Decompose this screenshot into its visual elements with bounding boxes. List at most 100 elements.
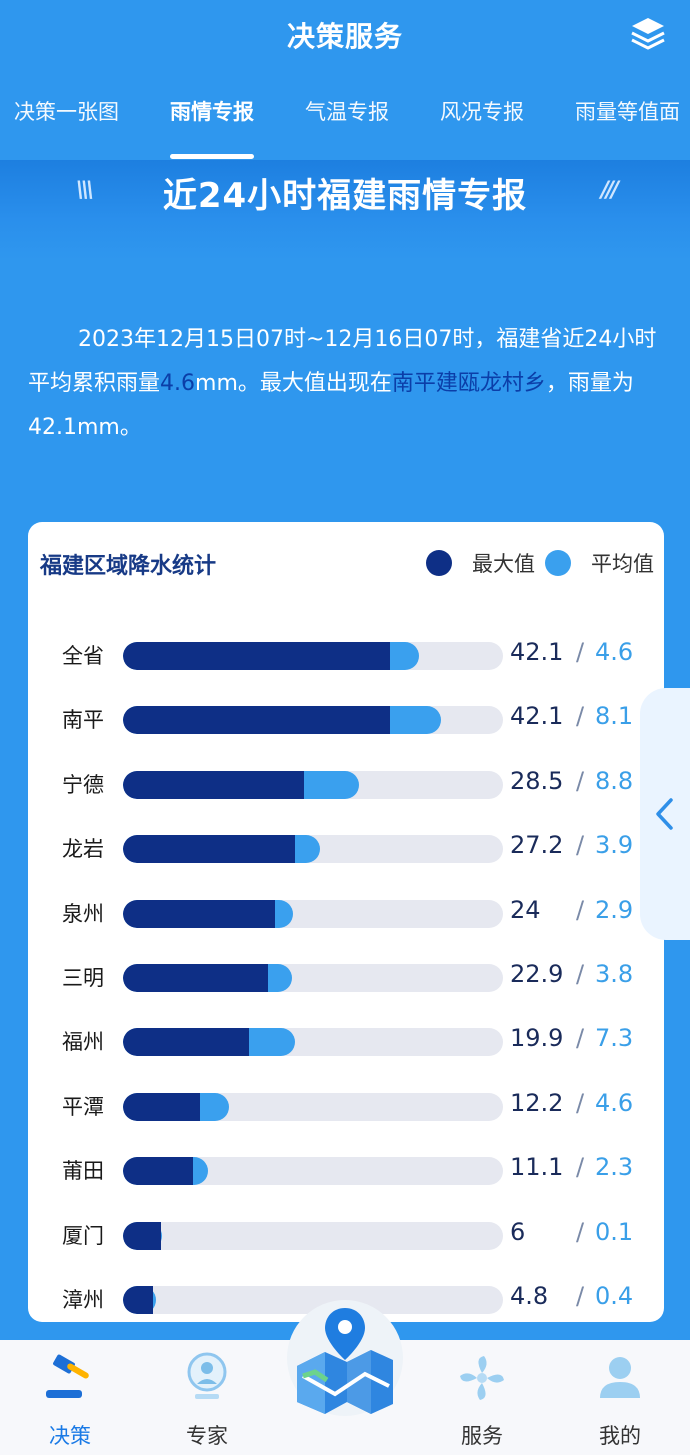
value-average: 8.1 xyxy=(595,702,634,731)
value-max: 42.1 xyxy=(510,702,564,731)
value-average: 3.8 xyxy=(595,960,634,988)
nav-decision[interactable]: 决策 xyxy=(10,1350,130,1450)
tab-decision-map[interactable]: 决策一张图 xyxy=(14,96,119,146)
value-separator: / xyxy=(576,1153,585,1182)
bar-maximum xyxy=(123,1286,154,1314)
app-header: 决策服务 xyxy=(0,0,690,70)
report-banner: \\\ 近24小时福建雨情专报 /// xyxy=(0,160,690,260)
bar-track xyxy=(123,964,503,992)
value-max: 6 xyxy=(510,1217,526,1246)
nav-mine-label: 我的 xyxy=(599,1424,641,1448)
legend-max-label: 最大值 xyxy=(472,552,535,576)
region-label: 莆田 xyxy=(62,1159,104,1184)
value-average: 2.3 xyxy=(595,1153,634,1182)
banner-deco-right: /// xyxy=(600,178,619,203)
nav-mine[interactable]: 我的 xyxy=(560,1350,680,1450)
bar-maximum xyxy=(123,964,269,992)
bar-track xyxy=(123,835,503,864)
bar-track xyxy=(123,1028,503,1057)
fan-icon xyxy=(460,1356,504,1400)
region-label: 福州 xyxy=(62,1030,104,1055)
value-separator: / xyxy=(576,1282,585,1310)
summary-max-location: 南平建瓯龙村乡 xyxy=(391,371,546,396)
chart-row: 莆田 11.1 / 2.3 xyxy=(28,1151,664,1191)
value-max: 27.2 xyxy=(510,831,564,860)
region-label: 全省 xyxy=(62,644,104,668)
chevron-left-icon xyxy=(656,798,673,830)
value-max: 42.1 xyxy=(510,638,564,666)
chart-row: 三明 22.9 / 3.8 xyxy=(28,958,664,998)
map-location-icon xyxy=(287,1300,403,1416)
gavel-icon xyxy=(46,1354,89,1398)
value-max: 11.1 xyxy=(510,1153,564,1182)
value-average: 8.8 xyxy=(595,766,634,795)
value-separator: / xyxy=(576,960,585,988)
chart-row: 龙岩 27.2 / 3.9 xyxy=(28,829,664,869)
bar-maximum xyxy=(123,1157,194,1186)
bar-maximum xyxy=(123,642,390,670)
region-label: 三明 xyxy=(62,966,104,990)
region-label: 厦门 xyxy=(62,1223,104,1248)
chart-row: 南平 42.1 / 8.1 xyxy=(28,700,664,740)
value-max: 24 xyxy=(510,895,541,924)
side-panel-handle[interactable] xyxy=(640,688,690,940)
summary-text-3: ，雨量为 xyxy=(545,371,634,396)
summary-text-2: mm。最大值出现在 xyxy=(195,371,392,396)
value-average: 4.6 xyxy=(595,638,634,666)
tab-bar: 决策一张图 雨情专报 气温专报 风况专报 雨量等值面 xyxy=(0,96,690,159)
value-average: 0.4 xyxy=(595,1282,634,1310)
bar-track xyxy=(123,1221,503,1250)
summary-text-4: mm。 xyxy=(76,415,142,440)
value-max: 19.9 xyxy=(510,1024,564,1053)
bar-track xyxy=(123,1157,503,1186)
tab-temperature-report[interactable]: 气温专报 xyxy=(305,96,389,146)
chart-row: 平潭 12.2 / 4.6 xyxy=(28,1087,664,1127)
nav-service-label: 服务 xyxy=(461,1424,503,1448)
bar-maximum xyxy=(123,770,304,799)
chart-row: 全省 42.1 / 4.6 xyxy=(28,636,664,676)
value-max: 4.8 xyxy=(510,1282,549,1310)
value-separator: / xyxy=(576,1024,585,1053)
chart-row: 福州 19.9 / 7.3 xyxy=(28,1022,664,1062)
nav-service[interactable]: 服务 xyxy=(422,1350,542,1450)
bar-maximum xyxy=(123,1221,161,1250)
chart-row: 宁德 28.5 / 8.8 xyxy=(28,765,664,805)
bar-track xyxy=(123,899,503,928)
report-title: 近24小时福建雨情专报 xyxy=(162,176,528,216)
page-title: 决策服务 xyxy=(286,20,403,53)
value-average: 3.9 xyxy=(595,831,634,860)
nav-expert-label: 专家 xyxy=(186,1424,228,1448)
tab-wind-report[interactable]: 风况专报 xyxy=(440,96,524,146)
chart-row: 厦门 6 / 0.1 xyxy=(28,1216,664,1256)
bar-track xyxy=(123,770,503,799)
bar-track xyxy=(123,706,503,735)
value-separator: / xyxy=(576,1217,585,1246)
value-max: 28.5 xyxy=(510,766,564,795)
bar-maximum xyxy=(123,1092,201,1121)
bar-track xyxy=(123,642,503,670)
legend-avg-dot xyxy=(545,550,571,576)
value-separator: / xyxy=(576,1088,585,1117)
bar-maximum xyxy=(123,1028,250,1057)
summary-max-value: 42.1 xyxy=(28,415,77,440)
nav-expert[interactable]: 专家 xyxy=(147,1350,267,1450)
user-icon xyxy=(600,1357,640,1398)
value-separator: / xyxy=(576,895,585,924)
value-average: 7.3 xyxy=(595,1024,634,1053)
value-average: 4.6 xyxy=(595,1088,634,1117)
value-average: 0.1 xyxy=(595,1217,634,1246)
value-separator: / xyxy=(576,831,585,860)
summary-avg-value: 4.6 xyxy=(160,371,196,396)
layers-icon[interactable] xyxy=(628,14,668,54)
rain-summary: 2023年12月15日07时~12月16日07时，福建省近24小时平均累积雨量4… xyxy=(28,318,668,450)
value-separator: / xyxy=(576,638,585,666)
value-separator: / xyxy=(576,702,585,731)
card-title: 福建区域降水统计 xyxy=(40,554,217,579)
value-separator: / xyxy=(576,766,585,795)
tab-rainfall-contour[interactable]: 雨量等值面 xyxy=(575,96,680,146)
precipitation-stats-card: 福建区域降水统计 最大值 平均值 全省 42.1 / 4.6 南平 42.1 / 8.1 宁德 2… xyxy=(28,522,664,1322)
center-map-button[interactable] xyxy=(285,1296,405,1426)
chart-row: 泉州 24 / 2.9 xyxy=(28,894,664,934)
region-label: 泉州 xyxy=(62,901,104,926)
tab-rain-report[interactable]: 雨情专报 xyxy=(170,96,254,159)
